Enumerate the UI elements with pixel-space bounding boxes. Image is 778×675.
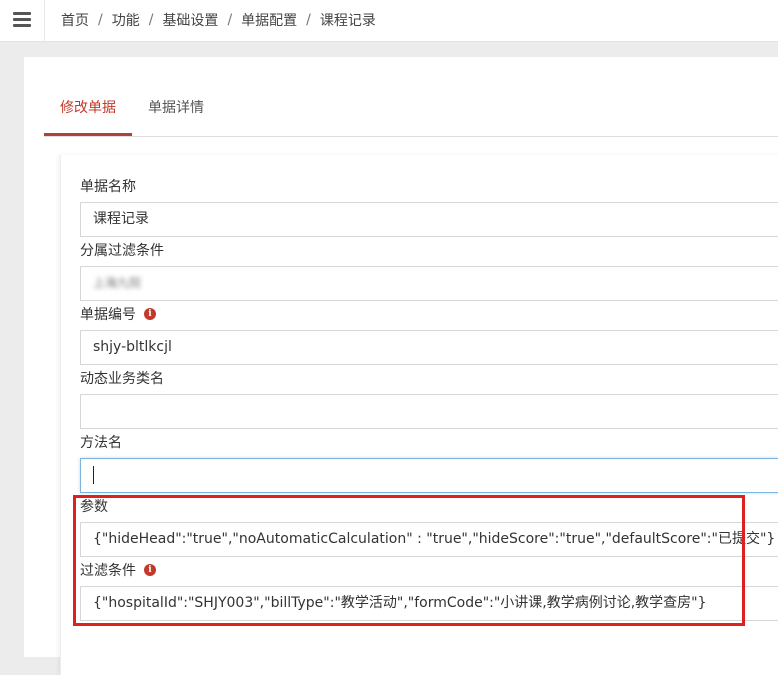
filter-condition-value: 上海九院 [93,276,142,290]
filter-rules-input[interactable]: {"hospitalId":"SHJY003","billType":"教学活动… [80,586,778,621]
breadcrumb-current: 课程记录 [319,13,376,29]
dynamic-class-label-text: 动态业务类名 [80,371,164,387]
tab-edit-bill[interactable]: 修改单据 [60,97,116,117]
breadcrumb-function[interactable]: 功能 [112,10,140,30]
info-circle-icon[interactable]: i [144,564,156,576]
breadcrumb: 首页 / 功能 / 基础设置 / 单据配置 / 课程记录 [61,10,376,30]
hamburger-menu-icon[interactable] [0,0,45,41]
method-name-label-text: 方法名 [80,435,122,451]
bill-name-label: 单据名称 [80,176,136,196]
bill-code-label: 单据编号 i [80,304,156,324]
text-cursor [93,466,94,484]
method-name-input[interactable] [80,458,778,493]
top-bar: 首页 / 功能 / 基础设置 / 单据配置 / 课程记录 [0,0,778,42]
bill-code-value: shjy-bltlkcjl [93,339,172,355]
active-tab-indicator [44,133,132,136]
filter-condition-label: 分属过滤条件 [80,240,164,260]
params-value: {"hideHead":"true","noAutomaticCalculati… [93,531,776,547]
bill-code-label-text: 单据编号 [80,307,136,323]
breadcrumb-separator: / [227,12,233,28]
tab-bill-detail[interactable]: 单据详情 [148,97,204,117]
filter-condition-label-text: 分属过滤条件 [80,243,164,259]
filter-rules-label-text: 过滤条件 [80,563,136,579]
bill-name-value: 课程记录 [93,211,149,227]
breadcrumb-separator: / [306,12,311,28]
bill-name-input[interactable]: 课程记录 [80,202,778,237]
breadcrumb-separator: / [98,12,103,28]
breadcrumb-home[interactable]: 首页 [61,10,89,30]
bill-code-input[interactable]: shjy-bltlkcjl [80,330,778,365]
params-label-text: 参数 [80,499,108,515]
filter-rules-label: 过滤条件 i [80,560,156,580]
breadcrumb-bill-config[interactable]: 单据配置 [241,10,297,30]
method-name-label: 方法名 [80,432,122,452]
filter-rules-value: {"hospitalId":"SHJY003","billType":"教学活动… [93,595,707,611]
breadcrumb-basic-settings[interactable]: 基础设置 [162,10,218,30]
bill-name-label-text: 单据名称 [80,179,136,195]
tab-bar: 修改单据 单据详情 [44,57,778,137]
breadcrumb-separator: / [148,12,154,28]
filter-condition-input[interactable]: 上海九院 [80,266,778,301]
dynamic-class-input[interactable] [80,394,778,429]
params-input[interactable]: {"hideHead":"true","noAutomaticCalculati… [80,522,778,557]
dynamic-class-label: 动态业务类名 [80,368,164,388]
info-circle-icon[interactable]: i [144,308,156,320]
params-label: 参数 [80,496,108,516]
